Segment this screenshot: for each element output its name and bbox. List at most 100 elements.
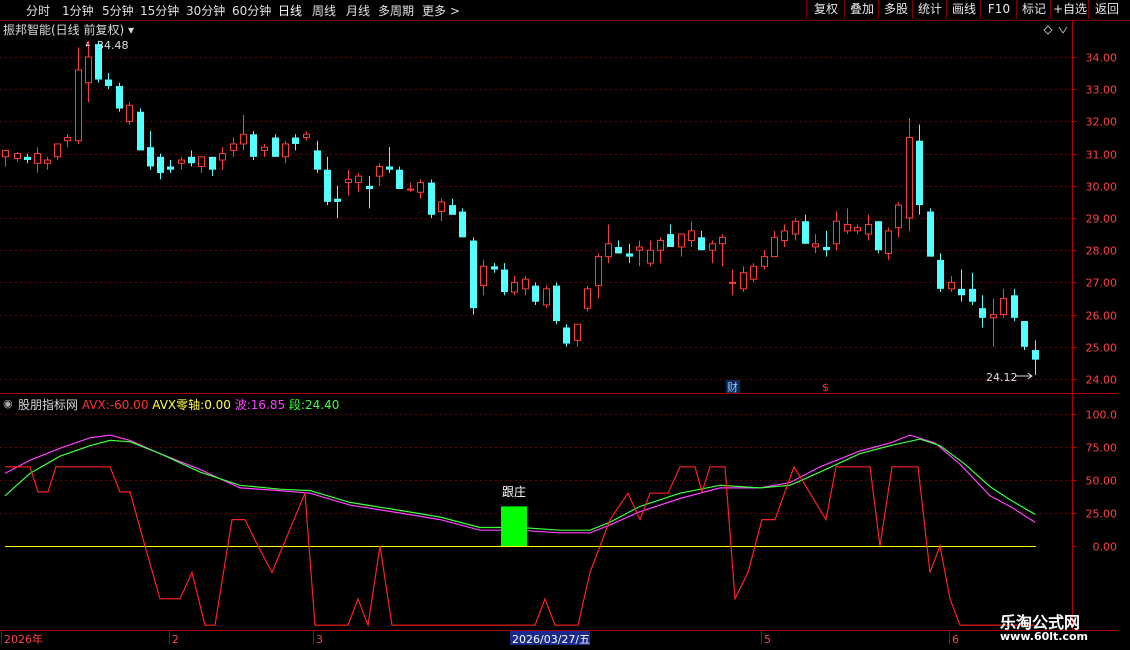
candle-up — [230, 143, 237, 151]
indicator-title: 股朋指标网 AVX:-60.00 AVX零轴:0.00 波:16.85 段:24… — [18, 396, 339, 413]
price-axis-label: 34.00 — [1086, 52, 1118, 65]
multi-stock-button[interactable]: 多股 — [878, 0, 913, 19]
high-arrow-icon — [85, 41, 91, 47]
candle-up — [240, 133, 247, 145]
back-button[interactable]: 返回 — [1088, 0, 1125, 19]
candle-down — [272, 137, 279, 157]
price-axis-label: 30.00 — [1086, 181, 1118, 194]
statistics-button[interactable]: 统计 — [912, 0, 947, 19]
date-label: 2 — [172, 633, 179, 646]
candle-up — [719, 236, 726, 245]
candle-down — [823, 246, 830, 251]
candle-up — [2, 149, 9, 158]
candle-up — [885, 230, 892, 254]
tab-60min[interactable]: 60分钟 — [232, 2, 271, 19]
candle-down — [334, 198, 341, 202]
diamond-icon — [1043, 25, 1053, 35]
price-axis-label: 27.00 — [1086, 277, 1118, 290]
candle-up — [355, 175, 362, 184]
candle-up — [376, 165, 383, 177]
low-price-label: 24.12 — [986, 371, 1018, 384]
tab-weekly[interactable]: 周线 — [312, 2, 336, 19]
watermark-url: www.60lt.com — [1000, 630, 1089, 643]
candle-up — [688, 230, 695, 242]
candle-up — [584, 288, 591, 309]
wave-line — [4, 434, 1036, 534]
wave-value: 16.85 — [250, 398, 286, 412]
candle-up — [126, 104, 133, 122]
tab-1min[interactable]: 1分钟 — [62, 2, 94, 19]
price-axis-label: 26.00 — [1086, 310, 1118, 323]
candle-down — [137, 111, 144, 151]
candle-down — [386, 166, 393, 170]
chart-canvas[interactable]: 34.0033.0032.0031.0030.0029.0028.0027.00… — [0, 0, 1130, 650]
candle-up — [729, 281, 736, 284]
candle-down — [532, 285, 539, 302]
date-highlight-bg — [510, 631, 590, 645]
dividend-mark: $ — [822, 381, 829, 394]
candle-up — [595, 256, 602, 287]
period-toolbar: 分时 1分钟 5分钟 15分钟 30分钟 60分钟 日线 周线 月线 多周期 更… — [0, 0, 1130, 21]
candle-up — [54, 143, 61, 158]
tab-5min[interactable]: 5分钟 — [102, 2, 134, 19]
candle-down — [916, 140, 923, 206]
candle-down — [396, 169, 403, 190]
candle-up — [14, 153, 21, 159]
mark-button[interactable]: 标记 — [1016, 0, 1051, 19]
indicator-axis-label: 100.0 — [1086, 409, 1118, 422]
zero-value: 0.00 — [204, 398, 231, 412]
candle-up — [605, 243, 612, 258]
collapse-icon[interactable]: ◉ — [3, 397, 13, 410]
candle-up — [417, 182, 424, 193]
price-axis-label: 31.00 — [1086, 149, 1118, 162]
tab-more[interactable]: 更多 > — [422, 2, 460, 19]
candle-up — [781, 230, 788, 242]
candle-down — [250, 134, 257, 157]
candle-up — [438, 201, 445, 213]
follow-signal-bar — [501, 506, 527, 546]
add-favorite-button[interactable]: +自选 — [1050, 0, 1089, 19]
chevron-down-icon[interactable]: ▾ — [128, 23, 134, 37]
low-arrow-icon — [1016, 372, 1033, 380]
candle-up — [75, 69, 82, 142]
candle-up — [990, 314, 997, 319]
stock-title: 振邦智能(日线 前复权) ▾ — [3, 21, 134, 38]
candle-down — [1032, 350, 1039, 360]
candle-up — [1000, 298, 1007, 316]
candle-down — [698, 237, 705, 251]
candle-up — [198, 156, 205, 167]
candle-up — [865, 223, 872, 235]
tab-intraday[interactable]: 分时 — [26, 2, 50, 19]
indicator-axis-label: 50.00 — [1086, 475, 1118, 488]
candle-up — [85, 56, 92, 84]
indicator-axis-label: 25.00 — [1086, 508, 1118, 521]
price-axis-label: 32.00 — [1086, 116, 1118, 129]
tab-30min[interactable]: 30分钟 — [186, 2, 225, 19]
tab-monthly[interactable]: 月线 — [346, 2, 370, 19]
f10-button[interactable]: F10 — [980, 0, 1017, 19]
indicator-axis-label: 75.00 — [1086, 442, 1118, 455]
candle-up — [522, 278, 529, 290]
candle-up — [511, 281, 518, 293]
seg-value: 24.40 — [305, 398, 340, 412]
adjust-button[interactable]: 复权 — [806, 0, 845, 19]
tab-15min[interactable]: 15分钟 — [140, 2, 179, 19]
candle-up — [792, 220, 799, 235]
candle-down — [292, 137, 299, 144]
tab-multi-period[interactable]: 多周期 — [378, 2, 414, 19]
candle-down — [667, 234, 674, 247]
tab-daily[interactable]: 日线 — [278, 2, 302, 19]
candle-down — [958, 288, 965, 296]
stock-title-text: 振邦智能(日线 前复权) — [3, 23, 125, 37]
date-highlight: 2026/03/27/五 — [512, 633, 590, 646]
candle-down — [927, 211, 934, 257]
zero-label: AVX零轴: — [152, 398, 205, 412]
candle-up — [219, 153, 226, 161]
finance-mark: 财 — [727, 380, 738, 394]
overlay-button[interactable]: 叠加 — [844, 0, 879, 19]
candle-up — [647, 249, 654, 264]
candle-up — [750, 265, 757, 280]
draw-line-button[interactable]: 画线 — [946, 0, 981, 19]
seg-label: 段: — [288, 398, 306, 412]
candle-up — [480, 265, 487, 287]
